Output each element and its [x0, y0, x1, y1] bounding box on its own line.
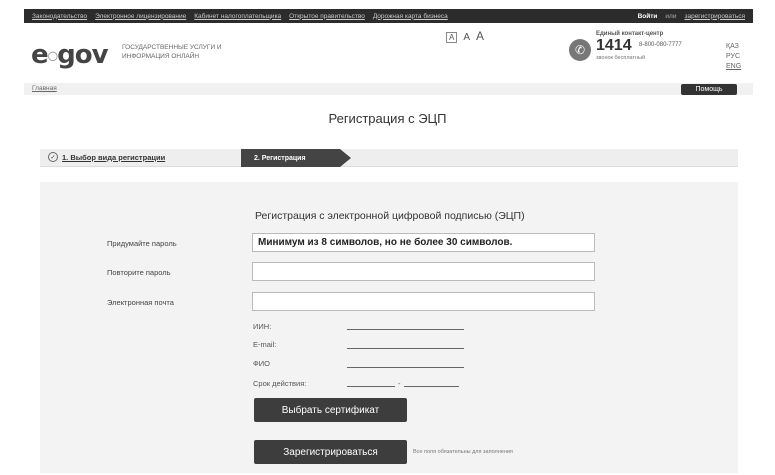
call-center-number: 1414 — [596, 37, 632, 54]
page-title: Регистрация с ЭЦП — [328, 111, 447, 126]
nav-link-taxpayer[interactable]: Кабинет налогоплательщика — [194, 13, 281, 20]
nav-link-roadmap[interactable]: Дорожная карта бизнеса — [373, 13, 448, 20]
cert-email-value — [347, 348, 464, 349]
egov-logo[interactable]: e○gov — [31, 40, 109, 70]
form-title: Регистрация с электронной цифровой подпи… — [255, 210, 525, 222]
breadcrumb-bar: Главная Помощь — [24, 83, 753, 95]
top-nav: Законодательство Электронное лицензирова… — [24, 9, 753, 23]
tagline: Государственные услуги и информация онла… — [122, 44, 222, 60]
registration-form: Регистрация с электронной цифровой подпи… — [40, 182, 738, 473]
lang-kaz[interactable]: ҚАЗ — [726, 42, 741, 52]
font-size-medium[interactable]: A — [463, 32, 470, 43]
language-switcher: ҚАЗ РУС ENG — [726, 42, 741, 72]
nav-link-licensing[interactable]: Электронное лицензирование — [95, 13, 186, 20]
call-center-alt-number: 8-800-080-7777 — [639, 42, 682, 48]
cert-iin-label: ИИН: — [253, 322, 272, 331]
register-button[interactable]: Зарегистрироваться — [254, 440, 407, 464]
phone-icon: ✆ — [569, 39, 591, 61]
cert-validity-to — [404, 386, 459, 387]
nav-link-legislation[interactable]: Законодательство — [32, 13, 87, 20]
repeat-password-label: Повторите пароль — [107, 268, 171, 277]
cert-validity-separator: - — [398, 379, 401, 388]
call-center: Единый контакт-центр 1414 8-800-080-7777… — [596, 31, 682, 61]
select-certificate-button[interactable]: Выбрать сертификат — [254, 398, 407, 422]
register-link[interactable]: зарегистрироваться — [684, 13, 745, 20]
password-label: Придумайте пароль — [107, 239, 177, 248]
cert-validity-label: Срок действия: — [253, 379, 307, 388]
font-size-small[interactable]: A — [446, 32, 458, 43]
email-label: Электронная почта — [107, 298, 174, 307]
check-circle-icon: ✓ — [48, 152, 58, 162]
or-text: или — [665, 12, 677, 20]
font-size-large[interactable]: A — [476, 29, 484, 43]
font-size-switcher: A A A — [446, 29, 484, 43]
login-link[interactable]: Войти — [638, 13, 658, 20]
cert-iin-value — [347, 329, 464, 330]
header: e○gov Государственные услуги и информаци… — [24, 24, 753, 82]
logo-dot-icon: ○ — [47, 48, 59, 63]
step-2-active: 2. Регистрация — [241, 149, 351, 167]
password-field[interactable]: Минимум из 8 символов, но не более 30 си… — [252, 233, 595, 252]
page: Законодательство Электронное лицензирова… — [0, 0, 775, 475]
registration-steps: ✓ 1. Выбор вида регистрации 2. Регистрац… — [40, 149, 738, 167]
help-button[interactable]: Помощь — [681, 84, 737, 95]
step-1[interactable]: ✓ 1. Выбор вида регистрации — [48, 152, 165, 162]
email-field[interactable] — [252, 292, 595, 311]
breadcrumb-home[interactable]: Главная — [32, 85, 57, 92]
cert-fio-value — [347, 367, 464, 368]
call-center-free-note: звонок бесплатный — [596, 55, 646, 61]
cert-email-label: E-mail: — [253, 340, 277, 349]
cert-validity-from — [347, 386, 395, 387]
lang-rus[interactable]: РУС — [726, 52, 741, 62]
lang-eng[interactable]: ENG — [726, 62, 741, 72]
required-fields-note: Все поля обязательны для заполнения — [413, 449, 513, 455]
nav-link-open-government[interactable]: Открытое правительство — [289, 13, 365, 20]
repeat-password-field[interactable] — [252, 262, 595, 281]
cert-fio-label: ФИО — [253, 359, 270, 368]
